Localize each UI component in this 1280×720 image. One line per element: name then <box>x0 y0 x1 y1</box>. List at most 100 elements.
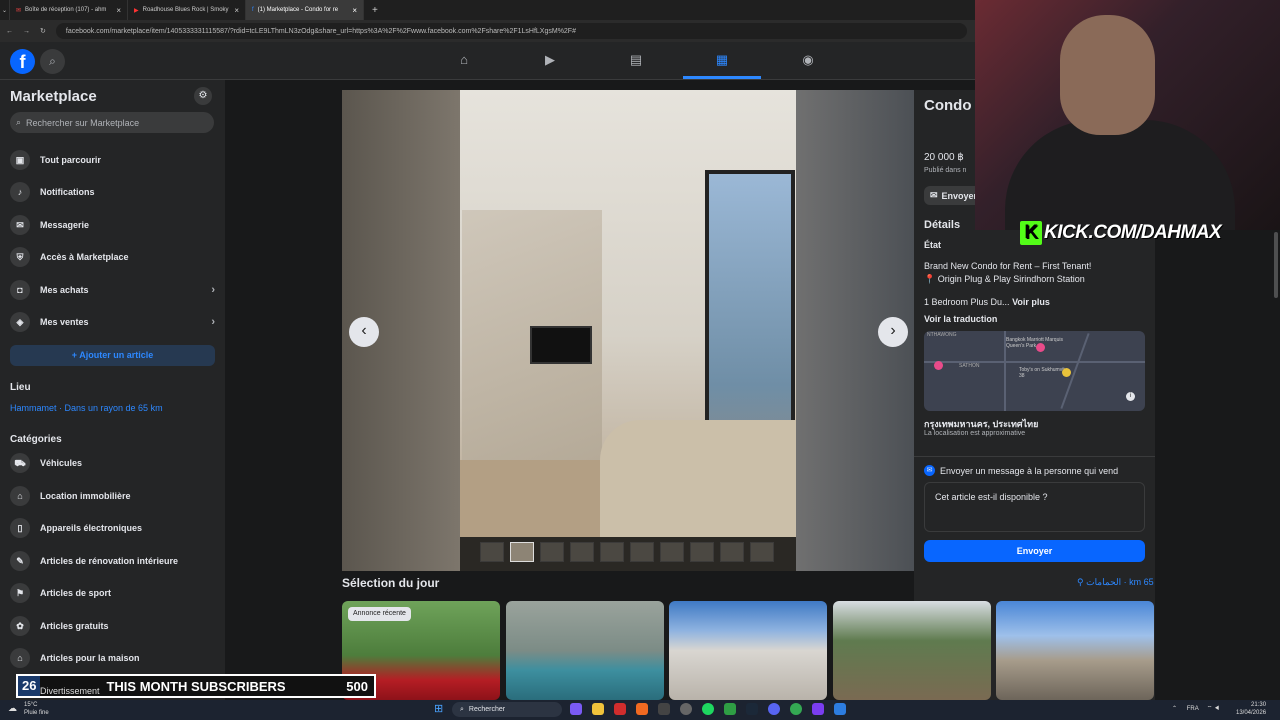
weather-widget[interactable]: 15°C Pluie fine <box>24 701 49 717</box>
listing-card[interactable] <box>996 601 1154 700</box>
webcam-overlay <box>975 0 1280 230</box>
new-tab-button[interactable]: + <box>364 5 386 16</box>
description-line: Brand New Condo for Rent – First Tenant! <box>924 261 1092 271</box>
map-city: กรุงเทพมหานคร, ประเทศไทย <box>924 419 1039 429</box>
url-field[interactable]: facebook.com/marketplace/item/1405333331… <box>55 23 967 39</box>
add-listing-button[interactable]: + Ajouter un article <box>10 345 215 366</box>
send-button[interactable]: Envoyer <box>924 540 1145 562</box>
sport-icon: ⚑ <box>10 583 30 603</box>
browser-tab[interactable]: f (1) Marketplace - Condo for re × <box>246 0 364 20</box>
back-icon[interactable]: ← <box>6 28 13 35</box>
gear-icon[interactable]: ⚙ <box>194 87 212 105</box>
photo-thumbnail[interactable] <box>720 542 744 562</box>
feed-location-link[interactable]: ⚲ الحمامات · km 65 <box>1077 577 1154 588</box>
browser-tab[interactable]: ✉ Boîte de réception (107) - ahm × <box>10 0 128 20</box>
browser-tab[interactable]: ⌄ <box>0 0 10 20</box>
category-free[interactable]: ✿ Articles gratuits <box>10 614 215 638</box>
browser-tab[interactable]: ▶ Roadhouse Blues Rock | Smoky × <box>128 0 246 20</box>
photo-thumbnail[interactable] <box>480 542 504 562</box>
sidebar-item-access[interactable]: ⛨ Accès à Marketplace <box>10 245 215 269</box>
clock[interactable]: 21:30 13/04/2026 <box>1236 701 1266 717</box>
previous-photo-button[interactable]: ‹ <box>349 317 379 347</box>
bag-icon: ◘ <box>10 280 30 300</box>
details-heading: Détails <box>924 219 961 231</box>
spotify-icon[interactable] <box>702 703 714 715</box>
url-text: facebook.com/marketplace/item/1405333331… <box>65 27 576 35</box>
facebook-logo-icon[interactable]: f <box>10 49 35 74</box>
location-link[interactable]: Hammamet · Dans un rayon de 65 km <box>10 403 163 413</box>
app-icon[interactable] <box>570 703 582 715</box>
kick-logo-icon: K <box>1020 221 1042 245</box>
marketplace-search-input[interactable]: ⌕ Rechercher sur Marketplace <box>10 112 214 133</box>
messenger-icon: ✉ <box>924 465 935 476</box>
house-icon: ⌂ <box>10 486 30 506</box>
category-home-improvement[interactable]: ✎ Articles de rénovation intérieure <box>10 549 215 573</box>
listing-photo[interactable] <box>342 90 914 571</box>
sidebar-item-purchases[interactable]: ◘ Mes achats › <box>10 278 215 302</box>
sidebar-item-browse[interactable]: ▣ Tout parcourir <box>10 148 215 172</box>
home-icon[interactable]: ⌂ <box>444 52 484 67</box>
see-more-link[interactable]: Voir plus <box>1012 297 1050 307</box>
search-icon[interactable]: ⌕ <box>40 49 65 74</box>
chrome-icon[interactable] <box>790 703 802 715</box>
app-icon[interactable] <box>658 703 670 715</box>
sidebar-item-messages[interactable]: ✉ Messagerie <box>10 213 215 237</box>
feeds-icon[interactable]: ▤ <box>616 52 656 68</box>
system-tray[interactable]: ⌃ FRA ⌔ ◀ <box>1172 704 1220 712</box>
reload-icon[interactable]: ↻ <box>40 27 46 35</box>
photo-thumbnails <box>480 542 774 562</box>
message-heading: ✉ Envoyer un message à la personne qui ve… <box>924 465 1118 476</box>
listing-card[interactable] <box>506 601 664 700</box>
steam-icon[interactable] <box>746 703 758 715</box>
category-home-goods[interactable]: ⌂ Articles pour la maison <box>10 646 215 670</box>
see-translation-link[interactable]: Voir la traduction <box>924 314 997 324</box>
folder-icon[interactable] <box>592 703 604 715</box>
app-icon[interactable] <box>680 703 692 715</box>
next-photo-button[interactable]: › <box>878 317 908 347</box>
listing-card[interactable] <box>669 601 827 700</box>
photo-thumbnail[interactable] <box>510 542 534 562</box>
app-icon[interactable] <box>636 703 648 715</box>
info-icon[interactable]: i <box>1126 392 1135 401</box>
app-icon[interactable] <box>834 703 846 715</box>
taskbar-search[interactable]: ⌕ Rechercher <box>452 702 562 717</box>
marketplace-icon[interactable]: ▦ <box>702 52 742 68</box>
category-vehicles[interactable]: ⛟ Véhicules <box>10 451 215 475</box>
app-icon[interactable] <box>614 703 626 715</box>
send-small-label: Envoyer <box>941 190 978 201</box>
category-label: Articles de sport <box>40 588 112 598</box>
photo-thumbnail[interactable] <box>540 542 564 562</box>
chevron-down-icon[interactable]: ⌄ <box>2 7 7 14</box>
scrollbar-thumb[interactable] <box>1274 232 1278 298</box>
close-icon[interactable]: × <box>234 6 239 15</box>
youtube-icon: ▶ <box>134 7 139 14</box>
close-icon[interactable]: × <box>116 6 121 15</box>
gaming-icon[interactable]: ◉ <box>788 52 828 68</box>
categories-heading: Catégories <box>10 434 62 445</box>
discord-icon[interactable] <box>768 703 780 715</box>
category-electronics[interactable]: ▯ Appareils électroniques <box>10 516 215 540</box>
video-icon[interactable]: ▶ <box>530 52 570 68</box>
photo-thumbnail[interactable] <box>600 542 624 562</box>
category-overlay-text: Divertissement <box>40 686 100 696</box>
app-icon[interactable] <box>724 703 736 715</box>
photo-thumbnail[interactable] <box>690 542 714 562</box>
recent-badge: Annonce récente <box>348 607 411 621</box>
photo-thumbnail[interactable] <box>750 542 774 562</box>
message-input[interactable]: Cet article est-il disponible ? <box>924 482 1145 532</box>
location-map[interactable]: NTHAWONG Bangkok Marriott Marquis Queen'… <box>924 331 1145 411</box>
close-icon[interactable]: × <box>352 6 357 15</box>
gift-icon: ✿ <box>10 616 30 636</box>
sidebar-item-sales[interactable]: ◈ Mes ventes › <box>10 310 215 334</box>
app-icon[interactable] <box>812 703 824 715</box>
scrollbar[interactable] <box>1272 230 1280 700</box>
forward-icon[interactable]: → <box>23 28 30 35</box>
windows-start-icon[interactable]: ⊞ <box>434 702 443 715</box>
photo-thumbnail[interactable] <box>570 542 594 562</box>
sidebar-item-notifications[interactable]: ♪ Notifications <box>10 180 215 204</box>
photo-thumbnail[interactable] <box>660 542 684 562</box>
listing-card[interactable] <box>833 601 991 700</box>
category-sports[interactable]: ⚑ Articles de sport <box>10 581 215 605</box>
category-rentals[interactable]: ⌂ Location immobilière <box>10 484 215 508</box>
photo-thumbnail[interactable] <box>630 542 654 562</box>
